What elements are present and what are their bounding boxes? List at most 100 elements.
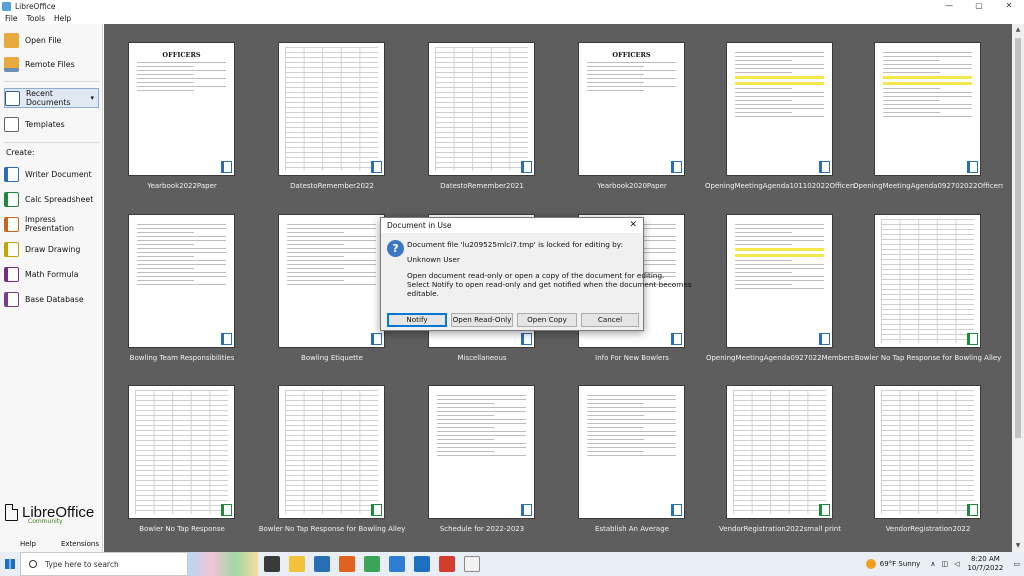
mail-icon[interactable] — [414, 556, 430, 572]
recent-document-thumbnail[interactable] — [874, 42, 981, 176]
cancel-button[interactable]: Cancel — [581, 313, 639, 327]
create-base-button[interactable]: Base Database — [4, 289, 99, 309]
weather-text[interactable]: 69°F Sunny — [880, 560, 921, 568]
recent-document-name[interactable]: Bowler No Tap Response — [107, 525, 257, 533]
menu-help[interactable]: Help — [54, 14, 71, 23]
thumbnail-heading: OFFICERS — [162, 51, 201, 59]
recent-document-thumbnail[interactable] — [278, 214, 385, 348]
recent-document-name[interactable]: OpeningMeetingAgenda101102022Officers — [705, 182, 855, 190]
close-window-button[interactable]: ✕ — [994, 0, 1024, 12]
recent-document-name[interactable]: Yearbook2022Paper — [107, 182, 257, 190]
volume-icon[interactable]: ◁ — [954, 560, 959, 568]
chrome-icon[interactable] — [364, 556, 380, 572]
network-icon[interactable]: ◫ — [941, 560, 948, 568]
writer-document-icon — [221, 161, 232, 173]
remote-files-button[interactable]: Remote Files — [4, 54, 99, 74]
close-icon[interactable]: ✕ — [629, 220, 637, 230]
recent-document-name[interactable]: Info For New Bowlers — [557, 354, 707, 362]
recent-document-thumbnail[interactable] — [874, 385, 981, 519]
notifications-icon[interactable]: ▭ — [1013, 560, 1020, 568]
sidebar-divider — [4, 142, 99, 143]
sidebar-divider — [4, 81, 99, 82]
window-title: LibreOffice — [15, 1, 56, 11]
vertical-scrollbar[interactable]: ▲ ▼ — [1012, 24, 1024, 552]
writer-document-icon — [371, 161, 382, 173]
recent-document-thumbnail[interactable] — [726, 42, 833, 176]
recent-document-name[interactable]: Bowling Etiquette — [257, 354, 407, 362]
recent-document-name[interactable]: Schedule for 2022-2023 — [407, 525, 557, 533]
store-icon[interactable] — [389, 556, 405, 572]
file-explorer-icon[interactable] — [289, 556, 305, 572]
create-draw-button[interactable]: Draw Drawing — [4, 239, 99, 259]
dialog-message-locked: Document file 'lu209525mlci7.tmp' is loc… — [407, 240, 624, 249]
recent-document-thumbnail[interactable] — [278, 42, 385, 176]
recent-document-thumbnail[interactable]: OFFICERS — [578, 42, 685, 176]
recent-document-name[interactable]: OpeningMeetingAgenda092702022Officers — [853, 182, 1003, 190]
writer-icon — [4, 166, 19, 182]
scroll-down-arrow-icon[interactable]: ▼ — [1012, 540, 1024, 552]
create-math-button[interactable]: Math Formula — [4, 264, 99, 284]
create-writer-button[interactable]: Writer Document — [4, 164, 99, 184]
recent-document-thumbnail[interactable] — [726, 385, 833, 519]
recent-document-thumbnail[interactable] — [874, 214, 981, 348]
clock-time: 8:20 AM — [971, 555, 1000, 563]
recent-document-thumbnail[interactable] — [578, 385, 685, 519]
open-read-only-button[interactable]: Open Read-Only — [451, 313, 513, 327]
recent-document-thumbnail[interactable] — [726, 214, 833, 348]
menu-tools[interactable]: Tools — [27, 14, 45, 23]
recent-document-name[interactable]: Bowler No Tap Response for Bowling Alley — [257, 525, 407, 533]
clock[interactable]: 8:20 AM 10/7/2022 — [967, 555, 1003, 573]
firefox-icon[interactable] — [339, 556, 355, 572]
maximize-button[interactable]: ▢ — [964, 0, 994, 12]
sun-icon — [865, 559, 876, 569]
recent-document-thumbnail[interactable]: OFFICERS — [128, 42, 235, 176]
writer-document-icon — [521, 333, 532, 345]
chevron-down-icon[interactable]: ▾ — [90, 94, 94, 102]
libreoffice-taskbar-icon[interactable] — [314, 556, 330, 572]
recent-documents-button[interactable]: Recent Documents ▾ — [4, 88, 99, 108]
start-button[interactable] — [0, 552, 20, 576]
tray-chevron-icon[interactable]: ∧ — [930, 560, 935, 568]
minimize-button[interactable]: — — [934, 0, 964, 12]
scroll-thumb[interactable] — [1015, 38, 1021, 438]
open-copy-button[interactable]: Open Copy — [517, 313, 577, 327]
recent-document-thumbnail[interactable] — [428, 385, 535, 519]
recent-document-name[interactable]: VendorRegistration2022small print — [705, 525, 855, 533]
writer-taskbar-icon[interactable] — [464, 556, 480, 572]
create-impress-button[interactable]: Impress Presentation — [4, 214, 99, 234]
recent-document-thumbnail[interactable] — [128, 385, 235, 519]
recent-document-name[interactable]: OpeningMeetingAgenda0927022Members — [705, 354, 855, 362]
recent-document-thumbnail[interactable] — [128, 214, 235, 348]
recent-document-thumbnail[interactable] — [278, 385, 385, 519]
dialog-title: Document in Use — [387, 221, 452, 230]
recent-documents-label: Recent Documents — [26, 89, 71, 107]
templates-button[interactable]: Templates — [4, 114, 99, 134]
extensions-button[interactable]: Extensions — [61, 540, 99, 548]
math-icon — [4, 266, 19, 282]
menu-file[interactable]: File — [5, 14, 18, 23]
open-file-button[interactable]: Open File — [4, 30, 99, 50]
notify-button[interactable]: Notify — [387, 313, 447, 327]
recent-document-name[interactable]: Establish An Average — [557, 525, 707, 533]
recent-document-name[interactable]: Bowling Team Responsibilities — [107, 354, 257, 362]
recent-document-name[interactable]: VendorRegistration2022 — [853, 525, 1003, 533]
calc-icon — [4, 191, 19, 207]
search-highlight-banner[interactable] — [188, 552, 258, 576]
create-calc-button[interactable]: Calc Spreadsheet — [4, 189, 99, 209]
recent-document-name[interactable]: DatestoRemember2021 — [407, 182, 557, 190]
help-button[interactable]: Help — [20, 540, 36, 548]
create-math-label: Math Formula — [25, 269, 79, 279]
writer-document-icon — [819, 161, 830, 173]
office-icon[interactable] — [439, 556, 455, 572]
recent-document-thumbnail[interactable] — [428, 42, 535, 176]
create-heading: Create: — [6, 148, 35, 157]
recent-document-name[interactable]: DatestoRemember2022 — [257, 182, 407, 190]
recent-document-name[interactable]: Bowler No Tap Response for Bowling Alley — [853, 354, 1003, 362]
task-view-icon[interactable] — [264, 556, 280, 572]
dialog-message-user: Unknown User — [407, 255, 460, 264]
scroll-up-arrow-icon[interactable]: ▲ — [1012, 24, 1024, 36]
recent-document-name[interactable]: Yearbook2020Paper — [557, 182, 707, 190]
recent-document-name[interactable]: Miscellaneous — [407, 354, 557, 362]
writer-document-icon — [671, 161, 682, 173]
taskbar-search-box[interactable]: Type here to search — [20, 552, 188, 576]
